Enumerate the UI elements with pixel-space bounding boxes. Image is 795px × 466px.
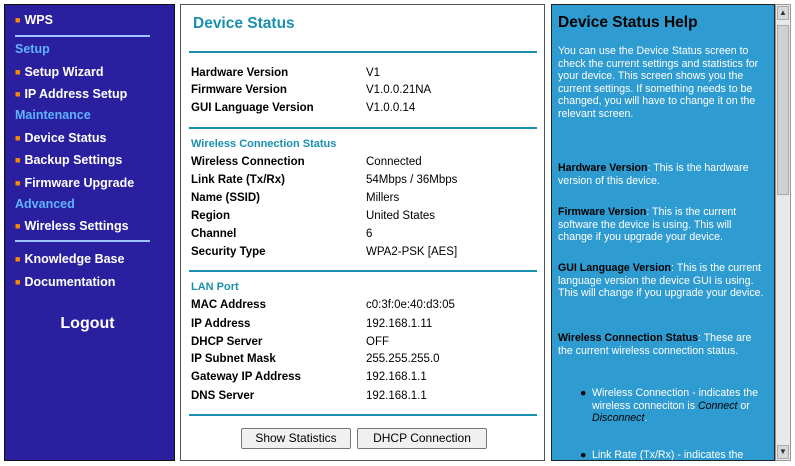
sidebar-item-knowledge-base[interactable]: ■ Knowledge Base: [15, 252, 124, 266]
ssid-label: Name (SSID): [191, 192, 261, 204]
dhcp-connection-button[interactable]: DHCP Connection: [357, 428, 487, 449]
sidebar-item-firmware-upgrade[interactable]: ■ Firmware Upgrade: [15, 176, 134, 190]
sidebar-item-label: WPS: [24, 13, 53, 27]
section-divider: [189, 414, 537, 416]
sidebar-divider: [15, 240, 150, 242]
region-value: United States: [366, 210, 436, 222]
bullet-icon: ■: [15, 178, 21, 188]
sidebar-item-setup-wizard[interactable]: ■ Setup Wizard: [15, 65, 104, 79]
bullet-icon: ●: [580, 449, 587, 461]
sidebar-item-device-status[interactable]: ■ Device Status: [15, 131, 106, 145]
link-rate-value: 54Mbps / 36Mbps: [366, 174, 458, 186]
help-term: GUI Language Version: [558, 262, 672, 274]
sidebar-heading-setup: Setup: [15, 42, 50, 56]
ip-address-label: IP Address: [191, 318, 251, 330]
device-status-panel: Device Status Hardware Version V1 Firmwa…: [180, 4, 545, 461]
scrollbar-thumb[interactable]: [777, 25, 789, 195]
sidebar-item-label: Setup Wizard: [24, 65, 104, 79]
bullet-icon: ■: [15, 155, 21, 165]
firmware-version-value: V1.0.0.21NA: [366, 84, 432, 96]
section-divider: [189, 270, 537, 272]
sidebar-item-wps[interactable]: ■ WPS: [15, 13, 53, 27]
mac-address-label: MAC Address: [191, 299, 266, 311]
scroll-down-icon[interactable]: ▼: [777, 445, 789, 459]
sidebar-item-label: Documentation: [24, 275, 116, 289]
sidebar-item-backup-settings[interactable]: ■ Backup Settings: [15, 153, 122, 167]
hardware-version-value: V1: [366, 67, 381, 79]
channel-label: Channel: [191, 228, 237, 240]
show-statistics-button[interactable]: Show Statistics: [241, 428, 351, 449]
sidebar-item-label: Wireless Settings: [24, 219, 129, 233]
help-term: Wireless Connection Status: [558, 332, 699, 344]
bullet-icon: ■: [15, 15, 21, 25]
help-panel: Device Status Help You can use the Devic…: [551, 4, 775, 461]
wireless-connection-value: Connected: [366, 156, 422, 168]
page-title: Device Status: [193, 15, 295, 32]
sidebar-nav: ■ WPS Setup ■ Setup Wizard ■ IP Address Set…: [4, 4, 175, 461]
help-term: Hardware Version: [558, 162, 648, 174]
help-hardware-version: Hardware Version: This is the hardware v…: [558, 162, 768, 187]
bullet-icon: ■: [15, 277, 21, 287]
router-admin-page: ■ WPS Setup ■ Setup Wizard ■ IP Address Set…: [0, 0, 795, 466]
gui-language-value: V1.0.0.14: [366, 102, 416, 114]
help-list-item: ● Wireless Connection - indicates the wir…: [580, 387, 767, 425]
sidebar-item-wireless-settings[interactable]: ■ Wireless Settings: [15, 219, 129, 233]
sidebar-item-label: IP Address Setup: [24, 87, 128, 101]
gui-language-label: GUI Language Version: [191, 102, 314, 114]
help-intro: You can use the Device Status screen to …: [558, 45, 759, 120]
bullet-icon: ■: [15, 89, 21, 99]
help-firmware-version: Firmware Version: This is the current so…: [558, 206, 768, 244]
dhcp-server-value: OFF: [366, 336, 389, 348]
sidebar-heading-maintenance: Maintenance: [15, 108, 91, 122]
help-gui-language-version: GUI Language Version: This is the curren…: [558, 262, 768, 300]
security-type-value: WPA2-PSK [AES]: [366, 246, 458, 258]
bullet-icon: ■: [15, 254, 21, 264]
bullet-icon: ●: [580, 387, 587, 399]
subnet-mask-label: IP Subnet Mask: [191, 353, 276, 365]
help-wireless-connection-status: Wireless Connection Status: These are th…: [558, 332, 768, 357]
dns-server-value: 192.168.1.1: [366, 390, 427, 402]
gateway-ip-label: Gateway IP Address: [191, 371, 301, 383]
link-rate-label: Link Rate (Tx/Rx): [191, 174, 285, 186]
help-term: Firmware Version: [558, 206, 647, 218]
dhcp-server-label: DHCP Server: [191, 336, 263, 348]
sidebar-divider: [15, 35, 150, 37]
sidebar-item-label: Device Status: [24, 131, 107, 145]
help-title: Device Status Help: [558, 14, 698, 31]
sidebar-item-label: Knowledge Base: [24, 252, 125, 266]
help-scrollbar[interactable]: ▲ ▼: [775, 4, 791, 461]
security-type-label: Security Type: [191, 246, 266, 258]
help-list-item: ● Link Rate (Tx/Rx) - indicates the: [580, 449, 767, 461]
section-divider: [189, 127, 537, 129]
gateway-ip-value: 192.168.1.1: [366, 371, 427, 383]
sidebar-item-documentation[interactable]: ■ Documentation: [15, 275, 115, 289]
wireless-section-title: Wireless Connection Status: [191, 138, 337, 150]
help-list-emphasis: Connect: [697, 399, 738, 412]
sidebar-item-ip-address-setup[interactable]: ■ IP Address Setup: [15, 87, 127, 101]
help-list-text: .: [644, 412, 648, 424]
dns-server-label: DNS Server: [191, 390, 255, 402]
ip-address-value: 192.168.1.11: [366, 318, 433, 330]
bullet-icon: ■: [15, 133, 21, 143]
sidebar-item-label: Firmware Upgrade: [24, 176, 135, 190]
subnet-mask-value: 255.255.255.0: [366, 353, 440, 365]
ssid-value: Millers: [366, 192, 400, 204]
region-label: Region: [191, 210, 230, 222]
bullet-icon: ■: [15, 221, 21, 231]
bullet-icon: ■: [15, 67, 21, 77]
wireless-connection-label: Wireless Connection: [191, 156, 305, 168]
help-list-text: Link Rate (Tx/Rx) - indicates the: [592, 449, 744, 461]
lan-section-title: LAN Port: [191, 281, 239, 293]
help-list-text: or: [737, 399, 750, 412]
scroll-up-icon[interactable]: ▲: [777, 6, 789, 20]
sidebar-item-label: Backup Settings: [24, 153, 123, 167]
hardware-version-label: Hardware Version: [191, 67, 289, 79]
help-list-emphasis: Disconnect: [592, 412, 645, 424]
firmware-version-label: Firmware Version: [191, 84, 287, 96]
mac-address-value: c0:3f:0e:40:d3:05: [366, 299, 455, 311]
title-divider: [189, 51, 537, 53]
sidebar-heading-advanced: Advanced: [15, 197, 75, 211]
channel-value: 6: [366, 228, 373, 240]
logout-link[interactable]: Logout: [5, 315, 170, 333]
